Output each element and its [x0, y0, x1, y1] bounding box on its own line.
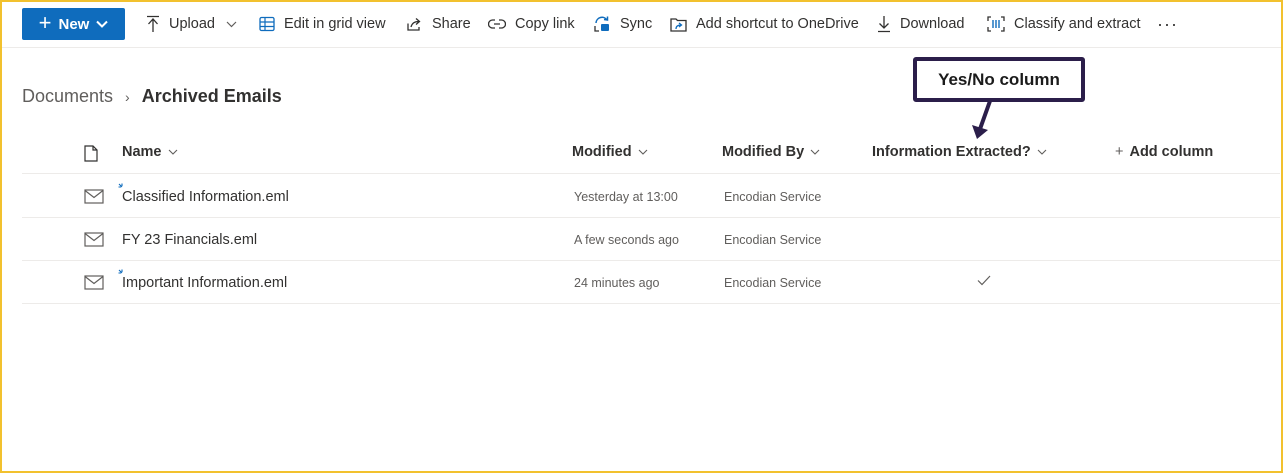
email-file-icon — [84, 189, 104, 204]
edit-grid-view-button[interactable]: Edit in grid view — [259, 10, 386, 38]
plus-icon: + — [38, 10, 52, 35]
add-column-label: Add column — [1129, 144, 1214, 160]
modified-by: Encodian Service — [724, 233, 822, 247]
callout-box: Yes/No column — [913, 57, 1085, 102]
column-header-modified-label: Modified — [572, 144, 632, 160]
upload-label: Upload — [169, 16, 215, 32]
share-button[interactable]: Share — [406, 10, 471, 38]
checkmark-icon — [977, 275, 991, 286]
download-button[interactable]: Download — [877, 10, 965, 38]
table-row[interactable]: FY 23 Financials.eml A few seconds ago E… — [22, 218, 1280, 261]
chevron-down-icon — [1037, 149, 1047, 155]
download-icon — [878, 16, 890, 33]
more-options-button[interactable]: ··· — [1157, 10, 1178, 38]
column-header-information-extracted[interactable]: Information Extracted? — [872, 144, 1047, 160]
column-header-modified-by-label: Modified By — [722, 144, 805, 160]
classify-extract-button[interactable]: Classify and extract — [987, 10, 1141, 38]
chevron-down-icon — [226, 21, 237, 27]
modified-date: A few seconds ago — [574, 233, 679, 247]
chevron-down-icon — [96, 20, 109, 28]
grid-icon — [259, 16, 275, 32]
barcode-scan-icon — [987, 16, 1005, 32]
column-header-name-label: Name — [122, 144, 162, 160]
callout-text: Yes/No column — [938, 69, 1060, 89]
copy-link-label: Copy link — [515, 16, 575, 32]
add-shortcut-button[interactable]: Add shortcut to OneDrive — [670, 10, 859, 38]
column-header-modified[interactable]: Modified — [572, 144, 648, 160]
file-type-icon[interactable] — [84, 145, 98, 162]
new-button-label: New — [58, 15, 90, 33]
download-label: Download — [900, 16, 965, 32]
chevron-down-icon — [638, 149, 647, 155]
email-file-icon — [84, 232, 104, 247]
edit-grid-view-label: Edit in grid view — [284, 16, 386, 32]
modified-by: Encodian Service — [724, 276, 822, 290]
link-icon — [488, 19, 506, 29]
column-header-name[interactable]: Name — [122, 144, 178, 160]
chevron-down-icon — [810, 149, 820, 155]
breadcrumb-current: Archived Emails — [141, 86, 282, 106]
modified-date: 24 minutes ago — [574, 276, 660, 290]
upload-icon — [147, 15, 159, 32]
file-name-link[interactable]: FY 23 Financials.eml — [122, 232, 257, 248]
modified-by: Encodian Service — [724, 190, 822, 204]
column-header-information-extracted-label: Information Extracted? — [872, 144, 1031, 160]
email-file-icon — [84, 275, 104, 290]
file-name-link[interactable]: Important Information.eml — [122, 275, 287, 291]
shortcut-icon — [670, 17, 687, 32]
classify-extract-label: Classify and extract — [1014, 16, 1141, 32]
table-row[interactable]: Important Information.eml 24 minutes ago… — [22, 261, 1280, 304]
share-label: Share — [432, 16, 471, 32]
upload-button[interactable]: Upload — [146, 10, 237, 38]
modified-date: Yesterday at 13:00 — [574, 190, 678, 204]
sync-button[interactable]: Sync — [593, 10, 652, 38]
window-frame: + New Upload Edit in grid view Share Cop… — [0, 0, 1283, 473]
breadcrumb-documents[interactable]: Documents — [22, 86, 113, 107]
command-bar: + New Upload Edit in grid view Share Cop… — [2, 2, 1281, 48]
add-column-button[interactable]: + Add column — [1115, 144, 1213, 160]
ellipsis-icon: ··· — [1157, 13, 1178, 34]
sync-icon — [594, 16, 609, 32]
plus-icon: + — [1115, 144, 1124, 160]
chevron-right-icon: › — [125, 88, 130, 105]
copy-link-button[interactable]: Copy link — [488, 10, 575, 38]
column-header-modified-by[interactable]: Modified By — [722, 144, 820, 160]
list-header: Name Modified Modified By Information Ex… — [22, 132, 1280, 174]
file-name-link[interactable]: Classified Information.eml — [122, 189, 289, 205]
add-shortcut-label: Add shortcut to OneDrive — [696, 16, 859, 32]
sync-label: Sync — [620, 16, 653, 32]
new-button[interactable]: + New — [22, 8, 125, 40]
breadcrumb: Documents › Archived Emails — [22, 86, 282, 107]
table-row[interactable]: Classified Information.eml Yesterday at … — [22, 175, 1280, 218]
share-icon — [407, 17, 421, 31]
chevron-down-icon — [168, 149, 177, 155]
